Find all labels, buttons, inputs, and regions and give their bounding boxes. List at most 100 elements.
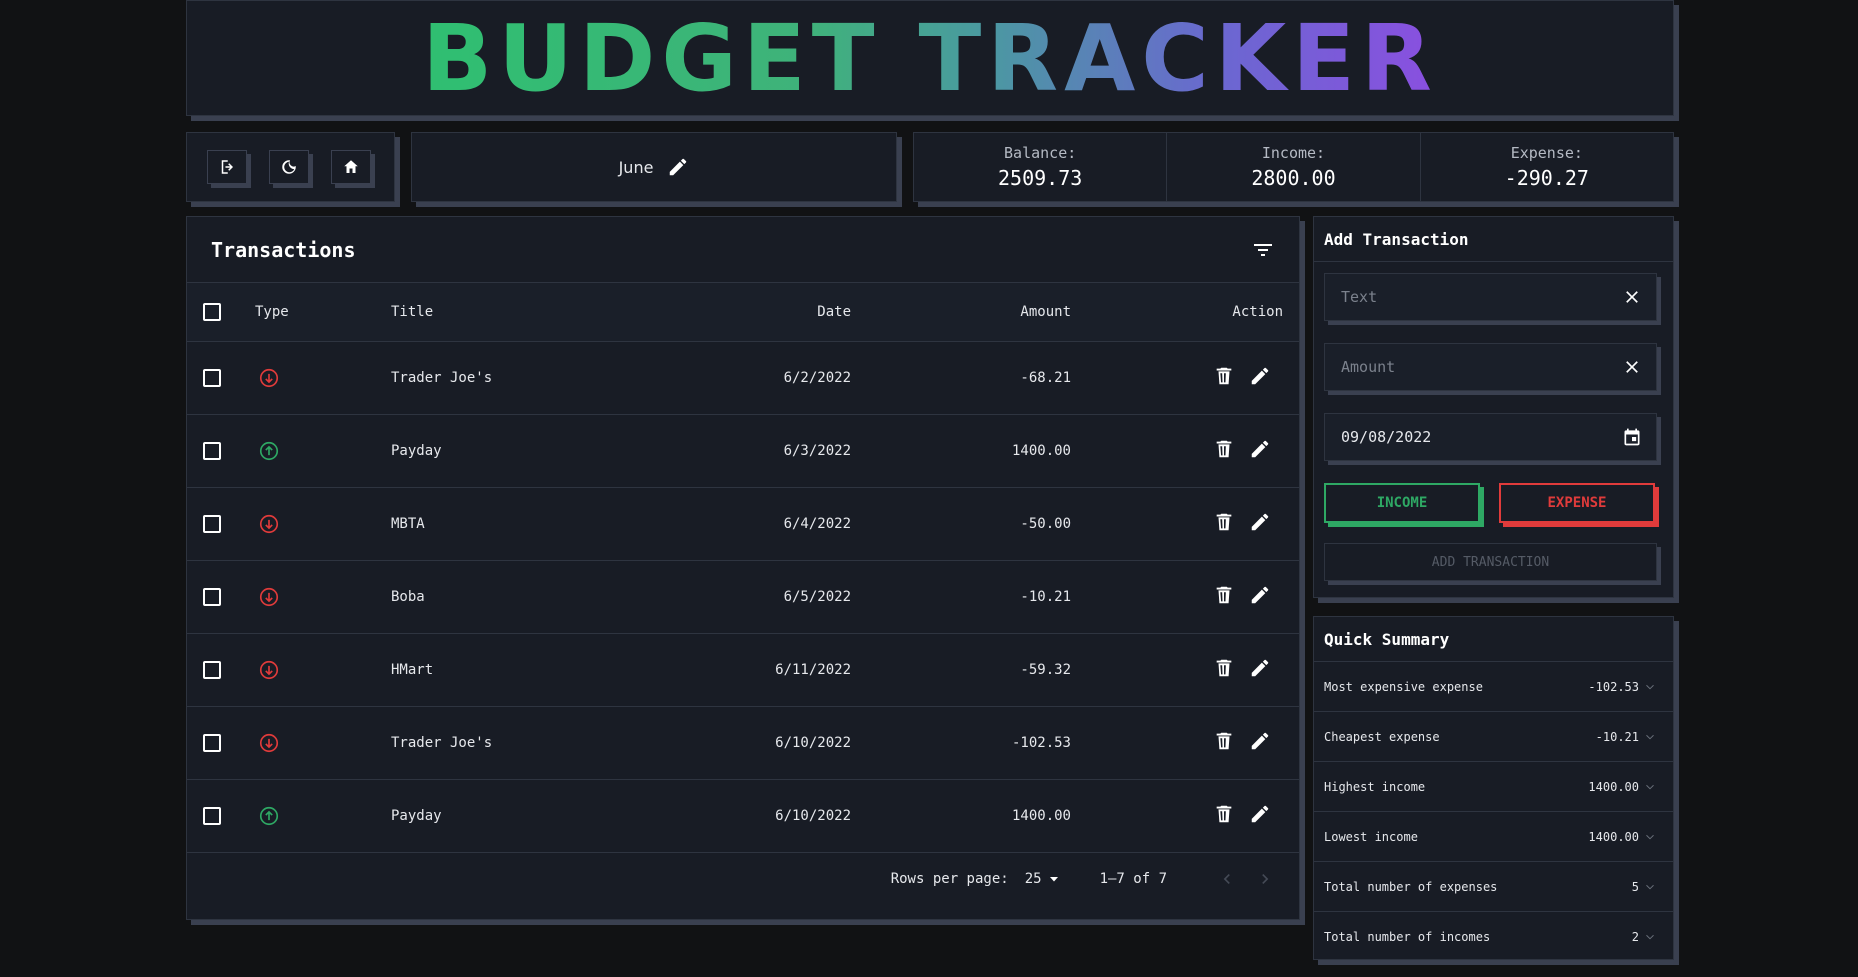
table-header-row: Type Title Date Amount Action: [187, 283, 1299, 342]
summary-row[interactable]: Lowest income 1400.00: [1314, 812, 1673, 862]
summary-row[interactable]: Total number of incomes 2: [1314, 912, 1673, 962]
row-checkbox[interactable]: [203, 660, 221, 679]
column-header-date[interactable]: Date: [671, 283, 851, 342]
page-range: 1–7 of 7: [1099, 870, 1167, 887]
edit-pencil-icon[interactable]: [1249, 730, 1271, 752]
summary-label: Cheapest expense: [1324, 729, 1440, 744]
chevron-down-icon: [1646, 884, 1654, 889]
summary-value: 2: [1631, 930, 1639, 944]
row-date: 6/10/2022: [671, 706, 851, 780]
trash-icon[interactable]: [1213, 365, 1235, 387]
balance-value: 2509.73: [998, 166, 1083, 190]
row-checkbox[interactable]: [203, 441, 221, 460]
rows-per-page-value: 25: [1024, 870, 1042, 887]
edit-pencil-icon[interactable]: [1249, 584, 1271, 606]
row-title: HMart: [391, 633, 671, 707]
edit-pencil-icon[interactable]: [1249, 438, 1271, 460]
row-date: 6/11/2022: [671, 633, 851, 707]
expense-label: Expense:: [1510, 144, 1583, 162]
edit-pencil-icon[interactable]: [1249, 803, 1271, 825]
column-header-action: Action: [1071, 283, 1299, 342]
table-row: HMart 6/11/2022 -59.32: [187, 633, 1299, 707]
row-amount: 1400.00: [851, 779, 1071, 853]
trash-icon[interactable]: [1213, 730, 1235, 752]
income-arrow-up-icon: [259, 441, 279, 460]
transactions-panel: Transactions Type Title Date Amount Acti…: [186, 216, 1300, 920]
transactions-header: Transactions: [187, 217, 1299, 283]
pencil-icon[interactable]: [667, 156, 689, 178]
column-header-amount[interactable]: Amount: [851, 283, 1071, 342]
month-label: June: [618, 157, 654, 177]
logout-icon: [221, 160, 233, 174]
row-amount: -102.53: [851, 706, 1071, 780]
row-checkbox[interactable]: [203, 587, 221, 606]
summary-label: Total number of incomes: [1324, 930, 1491, 944]
quick-summary-title: Quick Summary: [1314, 617, 1673, 662]
clear-amount-icon[interactable]: [1622, 357, 1642, 377]
add-transaction-panel: Add Transaction INCOME EXPENSE ADD TRANS…: [1313, 216, 1674, 598]
home-button[interactable]: [331, 150, 371, 184]
expense-arrow-down-icon: [259, 368, 279, 387]
filter-icon[interactable]: [1251, 238, 1275, 262]
edit-pencil-icon[interactable]: [1249, 657, 1271, 679]
logout-button[interactable]: [207, 150, 247, 184]
next-page-button[interactable]: [1255, 869, 1275, 889]
text-input[interactable]: [1339, 287, 1593, 307]
summary-row[interactable]: Highest income 1400.00: [1314, 762, 1673, 812]
expense-value: -290.27: [1504, 166, 1589, 190]
table-row: MBTA 6/4/2022 -50.00: [187, 487, 1299, 561]
toolbar: [186, 132, 395, 202]
trash-icon[interactable]: [1213, 511, 1235, 533]
summary-row[interactable]: Cheapest expense -10.21: [1314, 712, 1673, 762]
income-value: 2800.00: [1251, 166, 1336, 190]
rows-per-page-select[interactable]: 25: [1025, 871, 1060, 887]
trash-icon[interactable]: [1213, 803, 1235, 825]
column-header-type[interactable]: Type: [255, 283, 391, 342]
table-row: Payday 6/3/2022 1400.00: [187, 414, 1299, 488]
edit-pencil-icon[interactable]: [1249, 365, 1271, 387]
table-row: Payday 6/10/2022 1400.00: [187, 779, 1299, 853]
previous-page-button[interactable]: [1217, 869, 1237, 889]
expense-type-button[interactable]: EXPENSE: [1499, 483, 1655, 523]
trash-icon[interactable]: [1213, 657, 1235, 679]
row-amount: -68.21: [851, 341, 1071, 415]
select-all-checkbox[interactable]: [203, 302, 221, 321]
summary-row[interactable]: Most expensive expense -102.53: [1314, 662, 1673, 712]
calendar-icon[interactable]: [1622, 427, 1642, 447]
summary-label: Most expensive expense: [1324, 679, 1483, 694]
summary-row[interactable]: Total number of expenses 5: [1314, 862, 1673, 912]
summary-label: Highest income: [1324, 779, 1426, 794]
trash-icon[interactable]: [1213, 438, 1235, 460]
row-checkbox[interactable]: [203, 806, 221, 825]
clear-text-icon[interactable]: [1622, 287, 1642, 307]
transactions-table: Type Title Date Amount Action Trader Joe…: [187, 283, 1299, 853]
row-amount: -50.00: [851, 487, 1071, 561]
transactions-title: Transactions: [211, 237, 356, 262]
caret-down-icon: [1049, 876, 1058, 881]
row-checkbox[interactable]: [203, 733, 221, 752]
chevron-left-icon: [1223, 873, 1230, 884]
row-checkbox[interactable]: [203, 368, 221, 387]
add-transaction-button[interactable]: ADD TRANSACTION: [1324, 543, 1657, 581]
table-row: Trader Joe's 6/10/2022 -102.53: [187, 706, 1299, 780]
expense-arrow-down-icon: [259, 733, 279, 752]
expense-arrow-down-icon: [259, 587, 279, 606]
home-icon: [344, 160, 358, 173]
edit-pencil-icon[interactable]: [1249, 511, 1271, 533]
income-type-button[interactable]: INCOME: [1324, 483, 1480, 523]
column-header-title[interactable]: Title: [391, 283, 671, 342]
summary-value: 1400.00: [1588, 829, 1639, 844]
dark-mode-toggle[interactable]: [269, 150, 309, 184]
row-date: 6/5/2022: [671, 560, 851, 634]
row-checkbox[interactable]: [203, 514, 221, 533]
row-title: Payday: [391, 779, 671, 853]
add-transaction-title: Add Transaction: [1314, 217, 1673, 262]
amount-input[interactable]: [1339, 357, 1593, 377]
rows-per-page-label: Rows per page:: [890, 870, 1009, 887]
chevron-down-icon: [1646, 784, 1654, 789]
quick-summary-panel: Quick Summary Most expensive expense -102…: [1313, 616, 1674, 960]
date-input[interactable]: [1339, 427, 1593, 447]
row-date: 6/10/2022: [671, 779, 851, 853]
trash-icon[interactable]: [1213, 584, 1235, 606]
chevron-down-icon: [1646, 734, 1654, 739]
